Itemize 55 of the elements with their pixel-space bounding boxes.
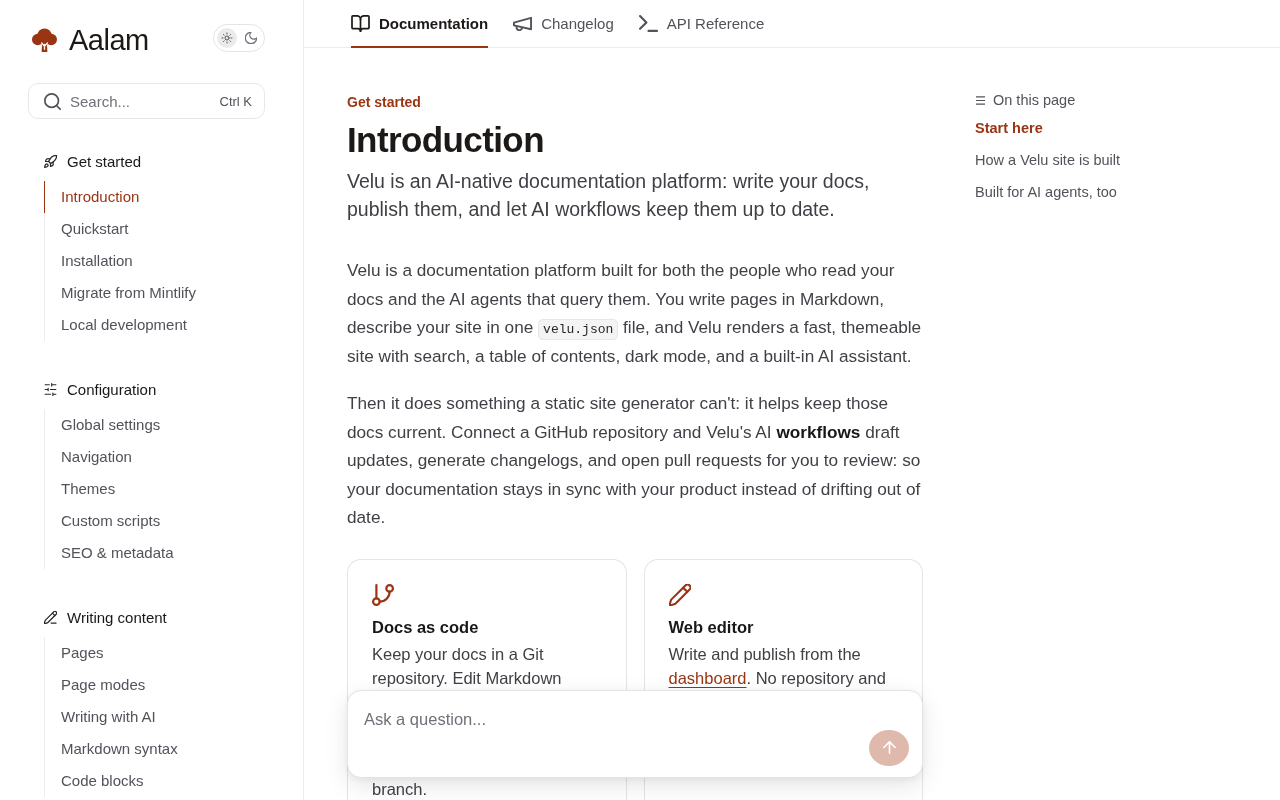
search-input[interactable]: Search... — [70, 91, 211, 111]
search-icon — [44, 92, 61, 110]
logo-text: Aalam — [69, 23, 149, 57]
sidebar-item[interactable]: Introduction — [44, 181, 265, 213]
sidebar-item[interactable]: Navigation — [44, 441, 265, 473]
question-field[interactable]: Ask a question... — [347, 690, 923, 778]
card-title: Docs as code — [372, 616, 480, 638]
body-paragraph: Velu is a documentation platform built for both the people who read your docs and the AI agents that query them. You write pages in Markdown, describe your site in one velu.json file, and Velu renders a fast, themeable site with search, a table of contents, dark mode, and a built-in AI assistant. — [347, 259, 923, 368]
toc-heading: On this page — [993, 92, 1076, 108]
body-paragraph: Then it does something a static site generator can't: it helps keep those docs current. Connect a GitHub repository and Velu's AI workflows draft updates, generate changelogs, and open pull requests for you to review: so your documentation stays in sync with your product instead of drifting out of date. — [347, 392, 922, 529]
megaphone-icon — [513, 14, 533, 32]
toc-link[interactable]: How a Velu site is built — [975, 144, 1215, 176]
git-branch-icon — [372, 583, 394, 606]
card-text: branch. — [372, 780, 429, 798]
sidebar-item[interactable]: Global settings — [44, 409, 265, 441]
sidebar-item[interactable]: Quickstart — [44, 213, 265, 245]
section-heading: Configuration — [67, 380, 157, 398]
card-text: Write and publish from the dashboard. No repository and — [668, 643, 887, 689]
sidebar-item[interactable]: Migrate from Mintlify — [44, 277, 265, 309]
tree-logo-icon — [30, 27, 59, 53]
dashboard-link[interactable]: dashboard — [668, 668, 747, 687]
rocket-icon — [44, 154, 57, 168]
pencil-icon — [668, 583, 691, 606]
sidebar-item[interactable]: Themes — [44, 473, 265, 505]
nav-tab[interactable]: API Reference — [638, 0, 765, 48]
nav-tab[interactable]: Changelog — [513, 0, 614, 48]
section-heading: Get started — [67, 152, 142, 170]
sidebar-item[interactable]: Page modes — [44, 669, 265, 701]
terminal-icon — [638, 14, 658, 32]
sidebar-item[interactable]: Custom scripts — [44, 505, 265, 537]
sun-icon — [221, 32, 233, 44]
toc-link[interactable]: Built for AI agents, too — [975, 176, 1215, 208]
pencil-icon — [44, 610, 57, 624]
search-field[interactable]: Search... Ctrl K — [28, 83, 265, 119]
lead-paragraph: Velu is an AI-native documentation platform: write your docs, publish them, and let AI workflows keep them up to date. — [347, 169, 871, 222]
nav-tab[interactable]: Documentation — [351, 0, 489, 48]
sliders-icon — [44, 382, 57, 396]
breadcrumb-label: Get started — [347, 93, 422, 112]
card-text: Keep your docs in a Git repository. Edit Markdown — [372, 643, 563, 689]
sidebar-item[interactable]: Markdown syntax — [44, 733, 265, 765]
card-title: Web editor — [668, 616, 755, 638]
sidebar-item[interactable]: Installation — [44, 245, 265, 277]
theme-option[interactable] — [217, 28, 237, 48]
section-heading: Writing content — [67, 608, 167, 626]
sidebar-item[interactable]: Pages — [44, 637, 265, 669]
list-icon — [976, 95, 985, 105]
page-title: Introduction — [347, 119, 545, 161]
sidebar-item[interactable]: Writing with AI — [44, 701, 265, 733]
sidebar-item[interactable]: Code blocks — [44, 765, 265, 797]
moon-icon — [245, 32, 257, 44]
sidebar-item[interactable]: SEO & metadata — [44, 537, 265, 569]
shortcut-hint: Ctrl K — [219, 93, 252, 109]
book-icon — [351, 14, 370, 32]
toc-link[interactable]: Start here — [975, 112, 1215, 144]
sidebar-item[interactable]: Local development — [44, 309, 265, 341]
